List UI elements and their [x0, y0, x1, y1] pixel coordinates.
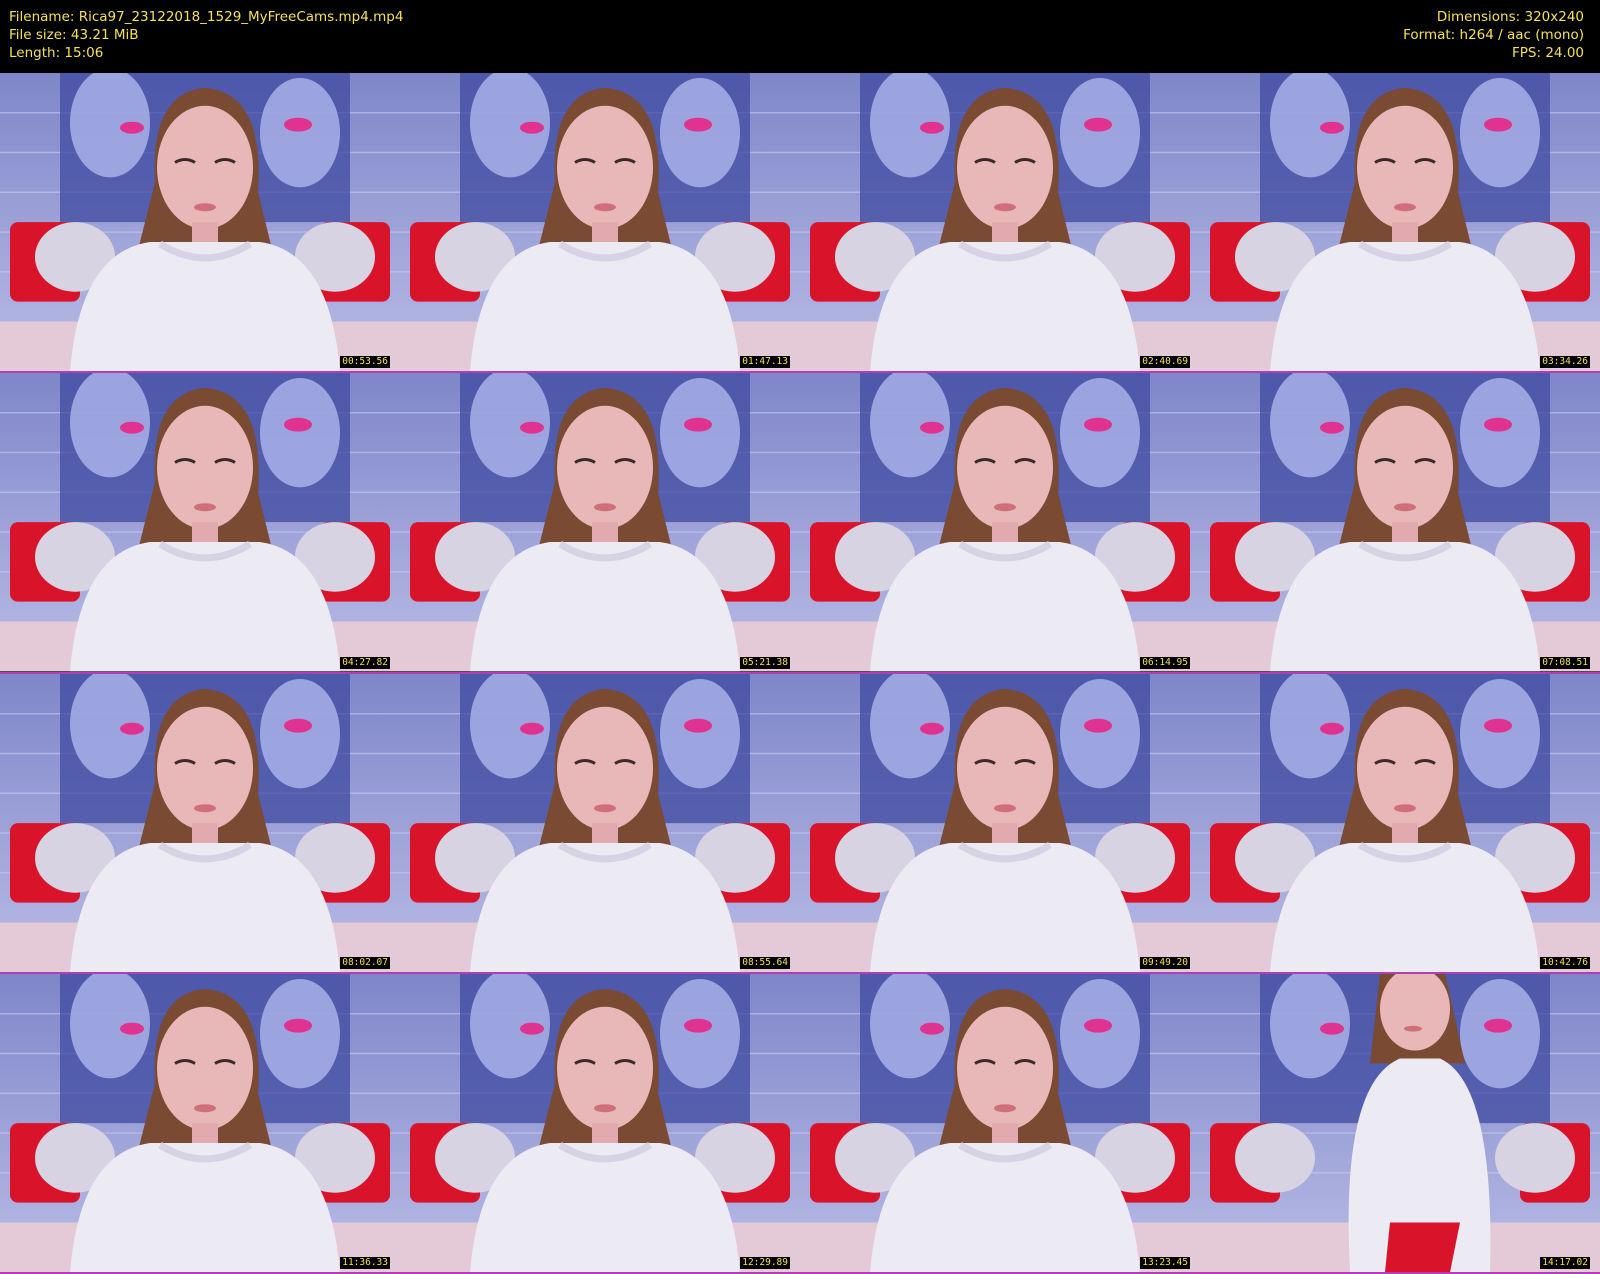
frame-image: [800, 973, 1200, 1272]
filename-text: Filename: Rica97_23122018_1529_MyFreeCam…: [9, 9, 404, 25]
timestamp-label: 00:53.56: [340, 356, 390, 369]
frame-image: [400, 73, 800, 372]
thumbnail[interactable]: 10:42.76: [1200, 673, 1600, 974]
frame-image: [0, 973, 400, 1272]
timestamp-label: 08:02.07: [340, 956, 390, 969]
thumbnail[interactable]: 07:08.51: [1200, 373, 1600, 674]
frame-image: [800, 73, 1200, 372]
frame-image: [800, 673, 1200, 972]
thumbnail[interactable]: 01:47.13: [400, 73, 800, 374]
thumbnail-grid: 00:53.56 01:47.13 02:40.69 03:34.26 04:2…: [0, 73, 1600, 1274]
thumbnail[interactable]: 05:21.38: [400, 373, 800, 674]
fps-text: FPS: 24.00: [1512, 45, 1584, 61]
thumbnail[interactable]: 06:14.95: [800, 373, 1200, 674]
frame-image: [400, 673, 800, 972]
video-info: Dimensions: 320x240 Format: h264 / aac (…: [1403, 8, 1584, 62]
timestamp-label: 03:34.26: [1540, 356, 1590, 369]
frame-image: [0, 673, 400, 972]
thumbnail[interactable]: 03:34.26: [1200, 73, 1600, 374]
filesize-text: File size: 43.21 MiB: [9, 27, 139, 43]
timestamp-label: 07:08.51: [1540, 656, 1590, 669]
thumbnail[interactable]: 02:40.69: [800, 73, 1200, 374]
frame-image: [400, 973, 800, 1272]
timestamp-label: 09:49.20: [1140, 956, 1190, 969]
thumbnail[interactable]: 11:36.33: [0, 973, 400, 1274]
length-text: Length: 15:06: [9, 45, 104, 61]
thumbnail[interactable]: 09:49.20: [800, 673, 1200, 974]
info-header: Filename: Rica97_23122018_1529_MyFreeCam…: [0, 0, 1600, 73]
timestamp-label: 01:47.13: [740, 356, 790, 369]
thumbnail[interactable]: 14:17.02: [1200, 973, 1600, 1274]
timestamp-label: 06:14.95: [1140, 656, 1190, 669]
frame-image: [1200, 673, 1600, 972]
timestamp-label: 13:23.45: [1140, 1257, 1190, 1269]
frame-image: [1200, 73, 1600, 372]
frame-image: [0, 73, 400, 372]
timestamp-label: 10:42.76: [1540, 956, 1590, 969]
dimensions-text: Dimensions: 320x240: [1436, 9, 1584, 25]
frame-image: [1200, 373, 1600, 672]
timestamp-label: 02:40.69: [1140, 356, 1190, 369]
format-text: Format: h264 / aac (mono): [1403, 27, 1584, 43]
thumbnail[interactable]: 04:27.82: [0, 373, 400, 674]
frame-image: [0, 373, 400, 672]
thumbnail[interactable]: 12:29.89: [400, 973, 800, 1274]
timestamp-label: 05:21.38: [740, 656, 790, 669]
thumbnail[interactable]: 13:23.45: [800, 973, 1200, 1274]
frame-image: [800, 373, 1200, 672]
timestamp-label: 12:29.89: [740, 1257, 790, 1269]
frame-image: [400, 373, 800, 672]
thumbnail[interactable]: 08:55.64: [400, 673, 800, 974]
frame-image: [1200, 973, 1600, 1272]
file-info: Filename: Rica97_23122018_1529_MyFreeCam…: [9, 8, 403, 62]
timestamp-label: 14:17.02: [1540, 1257, 1590, 1269]
timestamp-label: 08:55.64: [740, 956, 790, 969]
thumbnail[interactable]: 00:53.56: [0, 73, 400, 374]
timestamp-label: 11:36.33: [340, 1257, 390, 1269]
timestamp-label: 04:27.82: [340, 656, 390, 669]
thumbnail[interactable]: 08:02.07: [0, 673, 400, 974]
